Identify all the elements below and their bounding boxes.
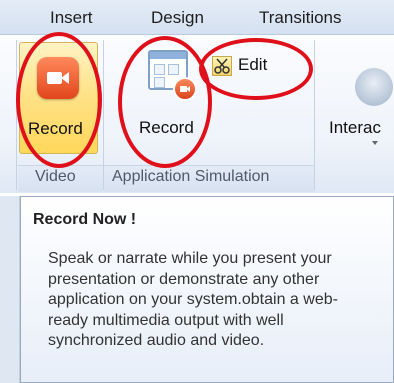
video-group-label: Video [35,168,76,185]
tab-transitions[interactable]: Transitions [259,8,342,28]
app-sim-group-label: Application Simulation [112,168,270,185]
edit-label: Edit [238,55,268,74]
group-separator [314,40,315,190]
dropdown-arrow-icon[interactable] [372,141,378,145]
video-camera-icon [37,57,79,99]
edit-scissors-icon [212,56,232,76]
group-separator [16,40,17,190]
ribbon-tab-strip: Insert Design Transitions [0,0,394,34]
interaction-hand-icon [355,68,393,106]
tooltip-body: Speak or narrate while you present your … [48,250,338,349]
app-sim-record-label: Record [139,118,194,137]
video-record-button[interactable]: Record [19,42,98,154]
record-badge-icon [173,77,197,101]
tab-design[interactable]: Design [151,8,204,28]
group-separator [103,40,104,190]
tooltip: Record Now ! Speak or narrate while you … [20,196,394,383]
video-record-label: Record [28,119,83,138]
interaction-label: Interac [329,118,381,137]
tooltip-title: Record Now ! [33,211,137,228]
tab-insert[interactable]: Insert [50,8,93,28]
background-edge [0,196,20,383]
